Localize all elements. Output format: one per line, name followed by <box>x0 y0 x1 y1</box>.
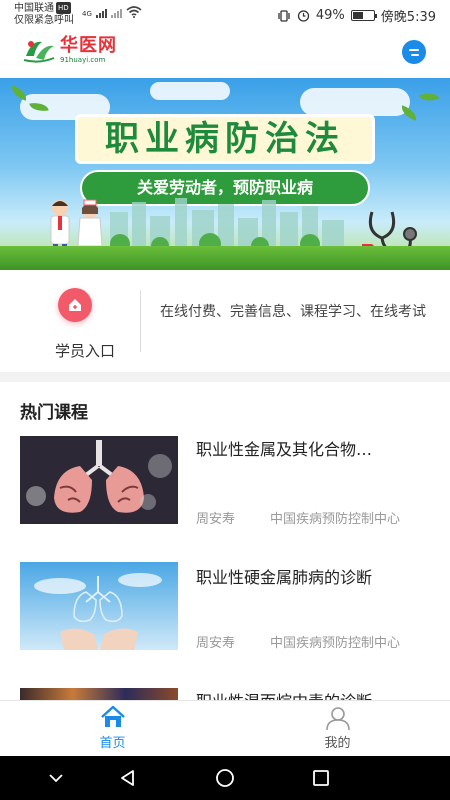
battery-fill <box>352 12 363 19</box>
course-item[interactable]: 职业性硬金属肺病的诊断 周安寿 中国疾病预防控制中心 <box>0 548 450 678</box>
course-org: 中国疾病预防控制中心 <box>270 636 401 651</box>
status-right: 49% 傍晚5:39 <box>277 6 436 25</box>
course-title: 职业性金属及其化合物… <box>196 440 373 459</box>
hd-badge: HD <box>56 2 71 14</box>
recents-icon <box>313 770 329 786</box>
nav-home-button[interactable] <box>213 766 237 790</box>
course-author: 周安寿 <box>196 636 236 651</box>
hands-lungs-illustration <box>20 562 178 650</box>
divider <box>140 290 141 352</box>
student-entry-section: 学员入口 在线付费、完善信息、课程学习、在线考试 <box>0 272 450 372</box>
leaf-decoration <box>418 89 440 105</box>
alarm-icon <box>297 10 310 22</box>
chevron-down-icon <box>49 774 63 783</box>
clock: 傍晚5:39 <box>380 10 436 25</box>
course-org: 中国疾病预防控制中心 <box>270 512 401 527</box>
section-title-hot-courses: 热门课程 <box>20 403 88 423</box>
nav-collapse-button[interactable] <box>44 766 68 790</box>
home-icon <box>101 705 125 727</box>
system-nav-bar <box>0 756 450 800</box>
logo-url: 91huayi.com <box>60 56 106 64</box>
emergency-text: 仅限紧急呼叫 <box>14 15 74 26</box>
leaf-decoration <box>8 85 30 101</box>
section-gap <box>0 372 450 382</box>
cloud <box>300 88 410 116</box>
home-circle-icon <box>216 769 234 787</box>
logo-name: 华医网 <box>60 35 117 56</box>
battery-percent: 49% <box>315 8 345 23</box>
status-bar: 中国联通 HD 仅限紧急呼叫 4G 49% 傍晚5:39 <box>0 0 450 30</box>
wifi-icon <box>126 6 142 18</box>
bottom-tab-bar: 首页 我的 <box>0 700 450 756</box>
back-icon <box>121 770 134 786</box>
carrier-info: 中国联通 HD 仅限紧急呼叫 <box>14 2 74 27</box>
vibrate-icon <box>278 9 290 22</box>
lungs-illustration <box>20 436 178 524</box>
course-title: 职业性硬金属肺病的诊断 <box>196 568 373 587</box>
course-author: 周安寿 <box>196 512 236 527</box>
logo[interactable]: 华医网 91huayi.com <box>22 36 117 64</box>
signal-icons: 4G <box>82 6 142 18</box>
message-icon-line <box>411 53 419 56</box>
student-entry-description: 在线付费、完善信息、课程学习、在线考试 <box>160 304 426 320</box>
signal-icon <box>95 9 107 18</box>
student-entry-label[interactable]: 学员入口 <box>38 340 132 361</box>
course-thumbnail <box>20 436 178 524</box>
nav-back-button[interactable] <box>116 766 140 790</box>
tab-profile[interactable]: 我的 <box>225 701 450 757</box>
tab-home-label: 首页 <box>99 736 126 751</box>
carrier-name: 中国联通 <box>14 3 54 14</box>
tab-home[interactable]: 首页 <box>0 701 225 757</box>
signal-x-icon <box>110 9 122 18</box>
user-icon <box>326 707 350 731</box>
message-button[interactable] <box>402 40 426 64</box>
cloud <box>150 82 230 100</box>
banner[interactable]: 职业病防治法 关爱劳动者，预防职业病 <box>0 78 450 270</box>
home-icon <box>69 299 81 311</box>
message-icon <box>409 48 419 51</box>
nav-recents-button[interactable] <box>309 766 333 790</box>
grass <box>0 246 450 270</box>
course-item[interactable]: 职业性金属及其化合物… 周安寿 中国疾病预防控制中心 <box>0 422 450 552</box>
tab-profile-label: 我的 <box>324 736 351 751</box>
battery-icon <box>350 10 377 21</box>
student-entry-button[interactable] <box>58 288 92 322</box>
logo-mark-icon <box>23 41 55 63</box>
app-header: 华医网 91huayi.com <box>0 30 450 76</box>
course-thumbnail <box>20 562 178 650</box>
network-type: 4G <box>82 10 92 18</box>
banner-title: 职业病防治法 <box>75 114 375 164</box>
